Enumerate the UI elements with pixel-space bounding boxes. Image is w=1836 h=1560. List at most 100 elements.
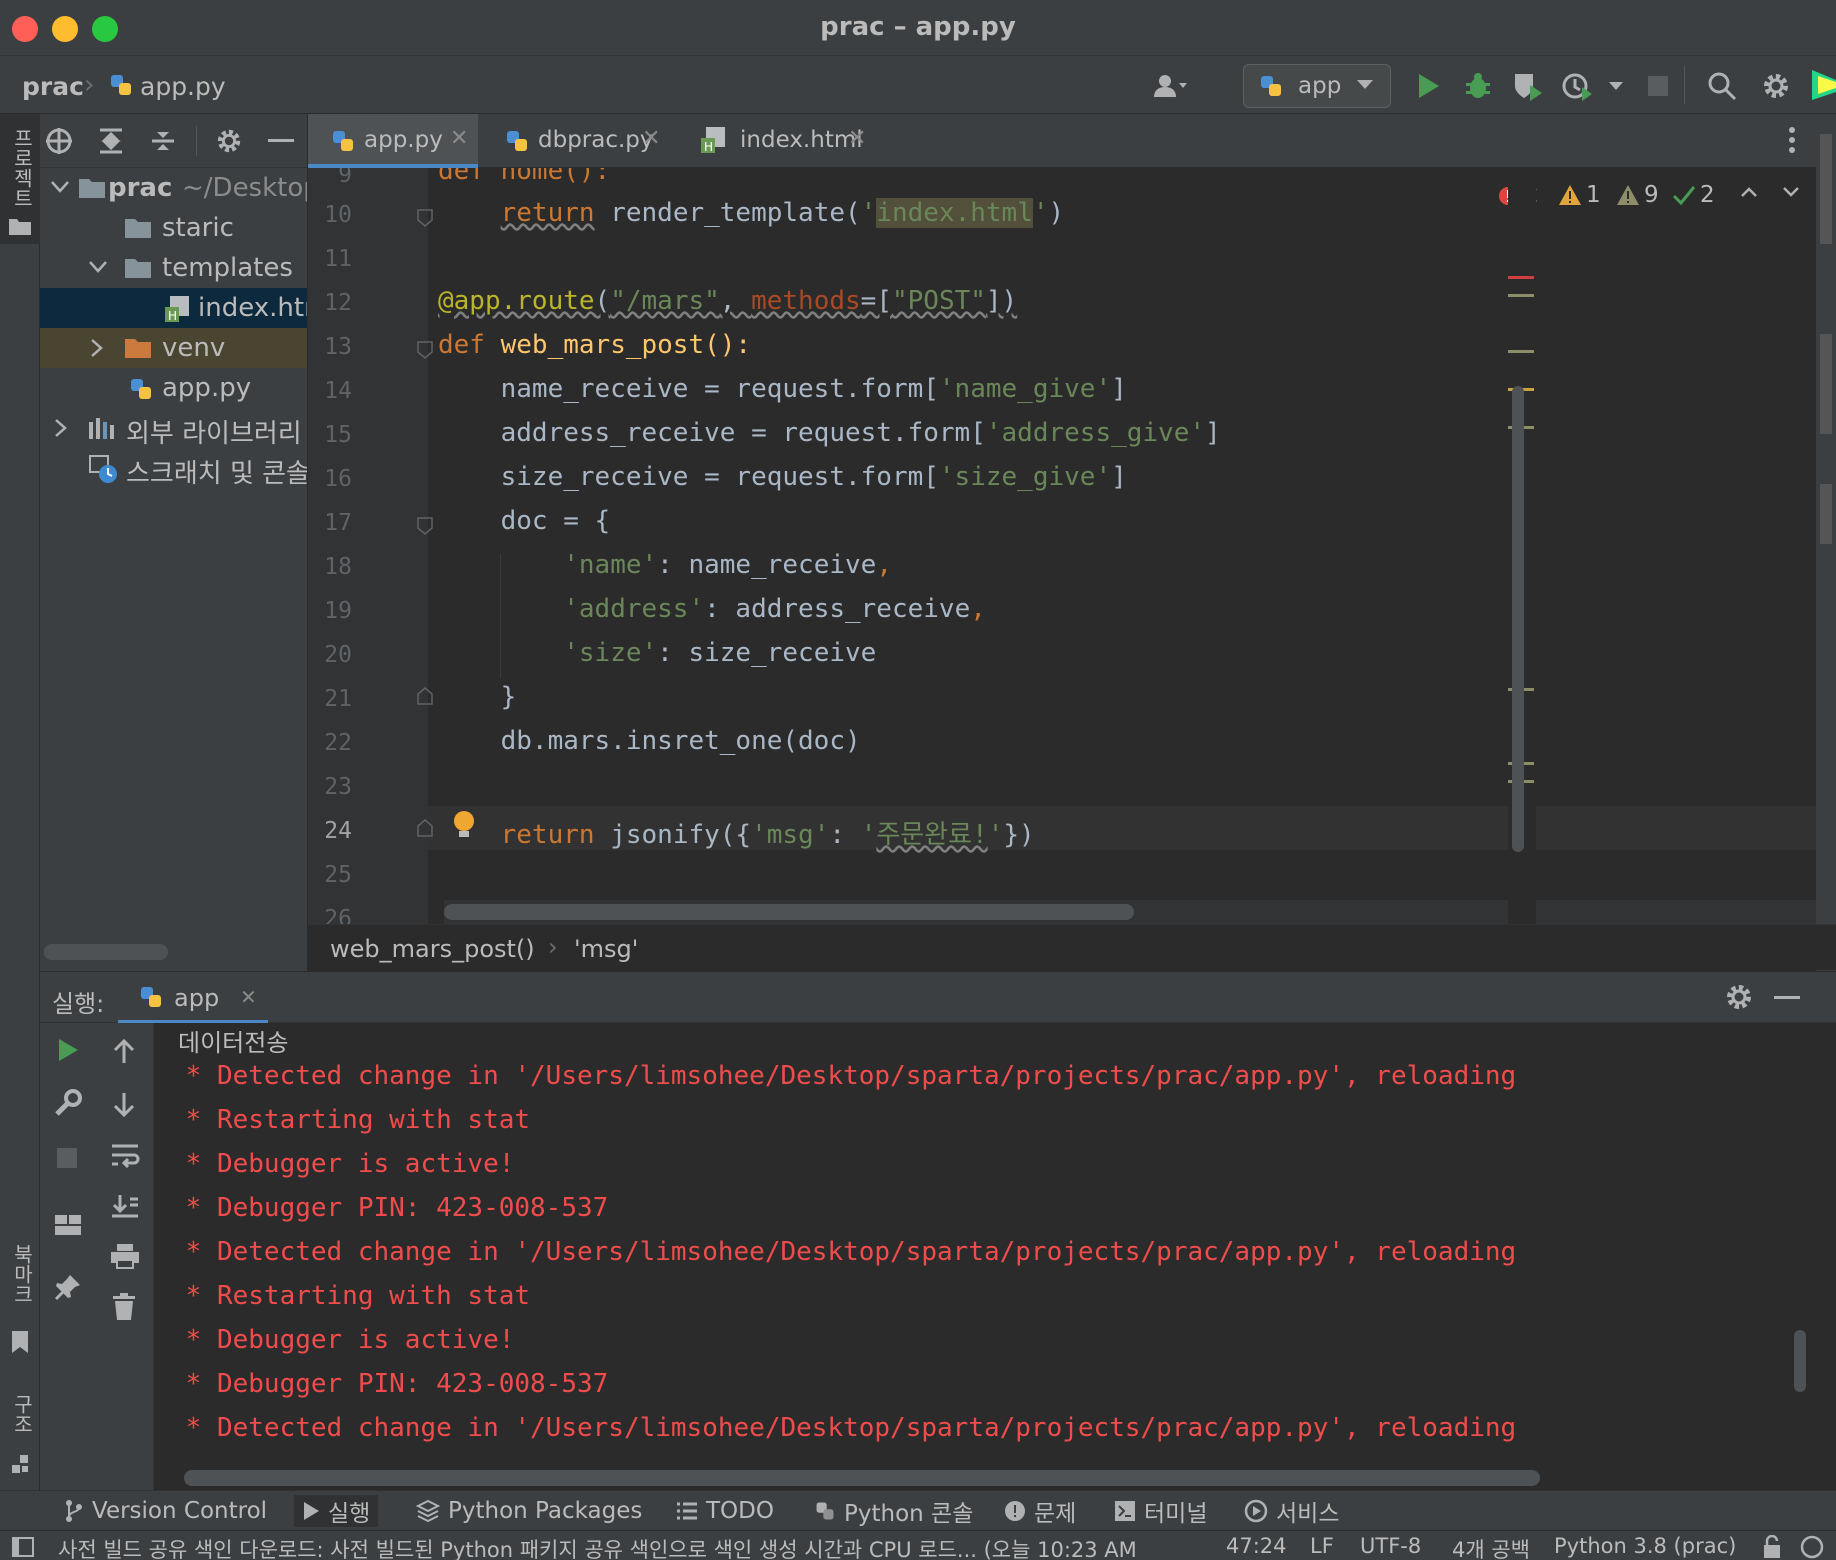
collapse-all-icon[interactable] (146, 124, 180, 158)
tree-item-index-html[interactable]: H index.html (40, 288, 307, 328)
event-log-icon[interactable] (1800, 1535, 1826, 1559)
expand-all-icon[interactable] (94, 124, 128, 158)
trash-icon[interactable] (112, 1293, 136, 1321)
tree-item-external-libraries[interactable]: 외부 라이브러리 (40, 408, 307, 449)
pycharm-logo-icon[interactable] (1812, 68, 1836, 102)
run-button[interactable] (1410, 68, 1446, 104)
nav-file[interactable]: app.py (140, 72, 226, 101)
chevron-down-icon[interactable] (50, 180, 70, 194)
print-icon[interactable] (110, 1243, 140, 1269)
tool-services[interactable]: 서비스 (1236, 1495, 1347, 1527)
tool-problems[interactable]: 문제 (996, 1495, 1084, 1527)
fold-marker-icon[interactable] (416, 208, 434, 228)
tree-item-prac[interactable]: prac ~/Desktop (40, 168, 307, 208)
tool-version-control[interactable]: Version Control (56, 1495, 275, 1527)
code-editor[interactable]: 9 10 11 12 13 14 15 16 17 18 19 20 21 22… (308, 168, 1816, 924)
database-tool-button[interactable] (1820, 134, 1832, 244)
python-interpreter[interactable]: Python 3.8 (prac) (1554, 1534, 1736, 1558)
hide-panel-icon[interactable] (1774, 996, 1800, 1000)
status-message[interactable]: 사전 빌드 공유 색인 다운로드: 사전 빌드된 Python 패키지 공유 색… (58, 1534, 1138, 1560)
locate-file-icon[interactable] (42, 124, 76, 158)
editor-horizontal-scrollbar[interactable] (444, 904, 1134, 920)
run-with-coverage-button[interactable] (1510, 68, 1546, 104)
editor-vertical-scrollbar[interactable] (1512, 386, 1524, 852)
tab-index-html[interactable]: H index.html ✕ (688, 114, 868, 168)
indent-setting[interactable]: 4개 공백 (1452, 1534, 1530, 1560)
scroll-to-end-icon[interactable] (110, 1193, 140, 1219)
tab-app-py[interactable]: app.py ✕ (308, 114, 478, 168)
more-run-chevron-icon[interactable] (1598, 68, 1634, 104)
close-tab-icon[interactable]: ✕ (848, 126, 866, 151)
previous-highlight-icon[interactable] (1740, 186, 1758, 198)
code-text: ] (1111, 462, 1127, 492)
tool-terminal[interactable]: 터미널 (1106, 1495, 1215, 1527)
chevron-down-icon[interactable] (88, 260, 108, 274)
run-tab-app[interactable]: app ✕ (118, 972, 268, 1024)
code-text: }) (1003, 820, 1035, 850)
html-file-icon: H (164, 295, 190, 323)
line-number: 18 (324, 554, 352, 580)
settings-gear-icon[interactable] (1758, 68, 1794, 104)
search-icon[interactable] (1704, 68, 1740, 104)
down-arrow-icon[interactable] (112, 1091, 136, 1117)
fold-marker-icon[interactable] (416, 686, 434, 706)
fold-marker-icon[interactable] (416, 516, 434, 536)
fold-marker-icon[interactable] (416, 818, 434, 838)
notifications-tool-button[interactable] (1820, 484, 1832, 544)
console-horizontal-scrollbar[interactable] (184, 1470, 1540, 1486)
sciview-tool-button[interactable] (1820, 334, 1832, 434)
tree-item-app-py[interactable]: app.py (40, 368, 307, 408)
horizontal-scrollbar[interactable] (44, 944, 168, 960)
caret-position[interactable]: 47:24 (1226, 1534, 1287, 1558)
tab-dbprac-py[interactable]: dbprac.py ✕ (484, 114, 664, 168)
profile-button[interactable] (1560, 68, 1596, 104)
tree-item-scratches[interactable]: 스크래치 및 콘솔 (40, 448, 307, 489)
close-tab-icon[interactable]: ✕ (450, 126, 468, 151)
rerun-icon[interactable] (56, 1037, 80, 1063)
toggle-tool-windows-icon[interactable] (12, 1537, 34, 1557)
tree-item-templates[interactable]: templates (40, 248, 307, 288)
python-file-icon (128, 376, 154, 402)
debug-button[interactable] (1460, 68, 1496, 104)
chevron-right-icon[interactable] (54, 418, 68, 438)
tool-todo[interactable]: TODO (668, 1495, 782, 1527)
tool-run[interactable]: 실행 (294, 1495, 379, 1527)
tool-python-console[interactable]: Python 콘솔 (806, 1495, 981, 1527)
console-vertical-scrollbar[interactable] (1794, 1330, 1806, 1392)
close-tab-icon[interactable]: ✕ (240, 985, 257, 1009)
chevron-right-icon[interactable] (90, 338, 104, 358)
breadcrumb-item[interactable]: 'msg' (574, 935, 638, 963)
warning-marker[interactable] (1508, 294, 1534, 297)
wrench-icon[interactable] (54, 1089, 82, 1117)
options-gear-icon[interactable] (212, 124, 246, 158)
pin-icon[interactable] (54, 1273, 82, 1301)
layout-icon[interactable] (54, 1213, 82, 1237)
tool-python-packages[interactable]: Python Packages (408, 1495, 650, 1527)
fold-marker-icon[interactable] (416, 340, 434, 360)
hide-panel-icon[interactable] (264, 124, 298, 158)
stop-icon[interactable] (56, 1147, 78, 1169)
more-tabs-icon[interactable] (1788, 126, 1796, 154)
up-arrow-icon[interactable] (112, 1039, 136, 1065)
lock-icon[interactable] (1762, 1535, 1782, 1559)
run-console-output[interactable]: 데이터전송 * Detected change in '/Users/limso… (154, 1023, 1790, 1466)
breadcrumb-function[interactable]: web_mars_post() (330, 935, 535, 963)
tree-item-staric[interactable]: staric (40, 208, 307, 248)
next-highlight-icon[interactable] (1782, 186, 1800, 198)
file-encoding[interactable]: UTF-8 (1360, 1534, 1421, 1558)
error-marker[interactable] (1508, 276, 1534, 279)
structure-tool-button[interactable]: 구조 (0, 1394, 40, 1494)
project-tool-button[interactable]: 프로젝트 (0, 114, 40, 244)
user-icon[interactable] (1152, 68, 1188, 104)
tool-label: Python Packages (448, 1498, 643, 1524)
close-tab-icon[interactable]: ✕ (642, 126, 660, 151)
settings-gear-icon[interactable] (1724, 982, 1754, 1012)
bookmarks-tool-button[interactable]: 북마크 (0, 1244, 40, 1384)
tree-item-venv[interactable]: venv (40, 328, 307, 368)
warning-marker[interactable] (1508, 350, 1534, 353)
soft-wrap-icon[interactable] (110, 1143, 140, 1169)
line-separator[interactable]: LF (1310, 1534, 1334, 1558)
stop-button[interactable] (1640, 68, 1676, 104)
nav-project[interactable]: prac (22, 72, 84, 101)
run-configuration-select[interactable]: app (1243, 64, 1391, 108)
